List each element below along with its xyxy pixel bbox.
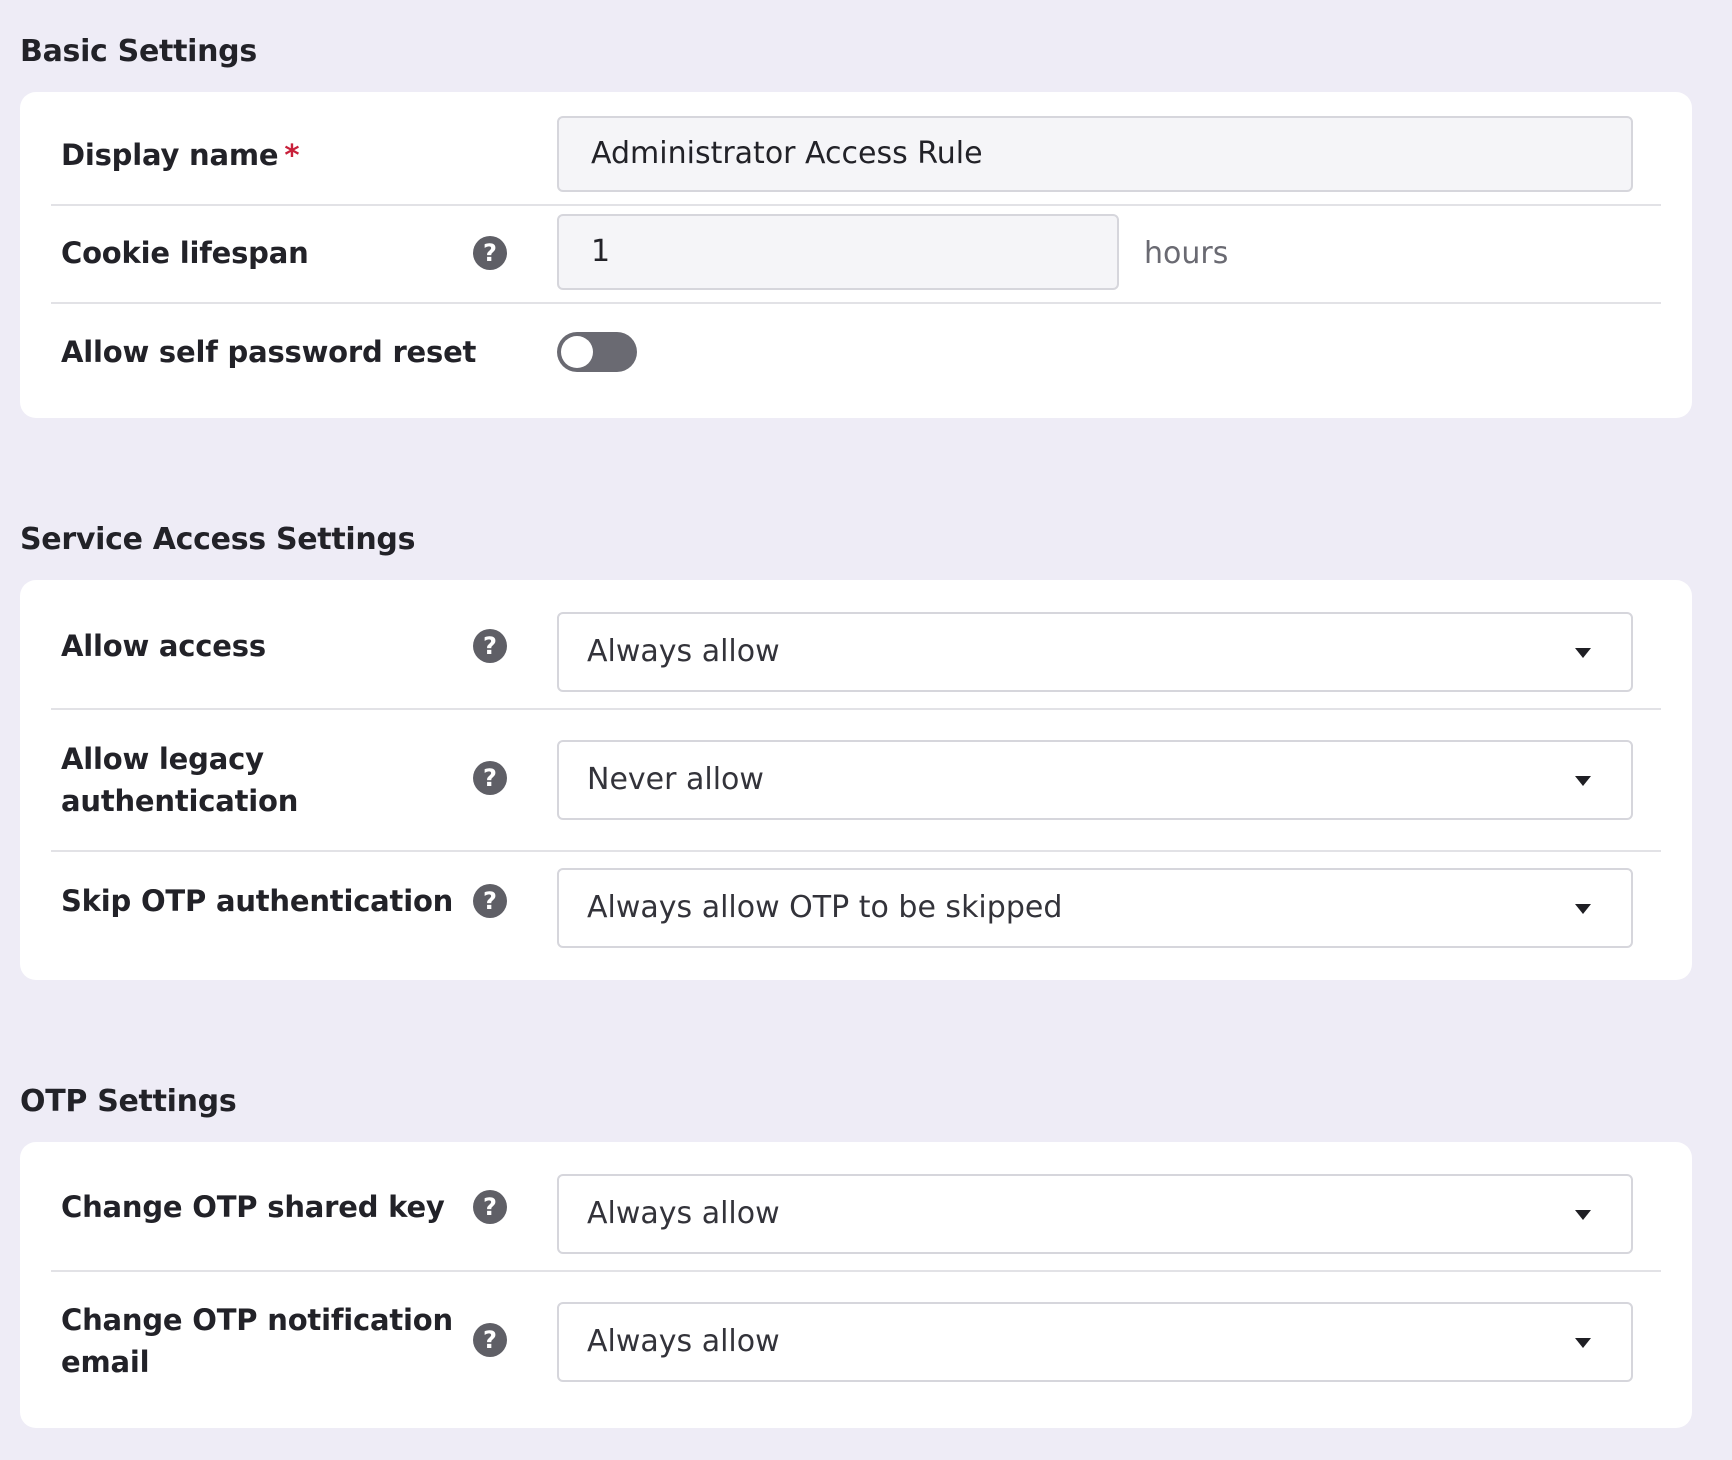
service-access-settings-title: Service Access Settings [20, 522, 416, 557]
chevron-down-icon [1575, 904, 1591, 914]
legacy-auth-value: Never allow [587, 762, 764, 797]
chevron-down-icon [1575, 1210, 1591, 1220]
change-notification-email-label: Change OTP notification email [61, 1299, 453, 1383]
required-marker: * [284, 138, 300, 172]
display-name-input[interactable]: Administrator Access Rule [557, 116, 1633, 192]
legacy-auth-label-line2: authentication [61, 784, 299, 818]
row-divider [51, 302, 1661, 304]
legacy-auth-label-line1: Allow legacy [61, 742, 264, 776]
display-name-label-text: Display name [61, 138, 279, 172]
help-icon[interactable]: ? [473, 884, 507, 918]
change-shared-key-label: Change OTP shared key [61, 1190, 445, 1224]
basic-settings-title: Basic Settings [20, 34, 257, 69]
cookie-lifespan-input[interactable]: 1 [557, 214, 1119, 290]
help-icon[interactable]: ? [473, 1323, 507, 1357]
skip-otp-select[interactable]: Always allow OTP to be skipped [557, 868, 1633, 948]
legacy-auth-label: Allow legacy authentication [61, 738, 298, 822]
cookie-lifespan-label: Cookie lifespan [61, 236, 309, 270]
change-notification-email-select[interactable]: Always allow [557, 1302, 1633, 1382]
self-password-reset-toggle[interactable] [557, 332, 637, 372]
allow-access-select[interactable]: Always allow [557, 612, 1633, 692]
row-divider [51, 850, 1661, 852]
help-icon[interactable]: ? [473, 761, 507, 795]
row-divider [51, 1270, 1661, 1272]
change-notification-email-label-line2: email [61, 1345, 150, 1379]
change-notification-email-value: Always allow [587, 1324, 780, 1359]
chevron-down-icon [1575, 1338, 1591, 1348]
toggle-knob [561, 336, 593, 368]
chevron-down-icon [1575, 648, 1591, 658]
otp-settings-title: OTP Settings [20, 1084, 237, 1119]
allow-access-label: Allow access [61, 629, 266, 663]
otp-settings-card: Change OTP shared key ? Always allow Cha… [20, 1142, 1692, 1428]
chevron-down-icon [1575, 776, 1591, 786]
change-shared-key-select[interactable]: Always allow [557, 1174, 1633, 1254]
row-divider [51, 708, 1661, 710]
service-access-settings-card: Allow access ? Always allow Allow legacy… [20, 580, 1692, 980]
row-divider [51, 204, 1661, 206]
change-shared-key-value: Always allow [587, 1196, 780, 1231]
display-name-label: Display name * [61, 134, 300, 176]
skip-otp-label: Skip OTP authentication [61, 884, 454, 918]
self-password-reset-label: Allow self password reset [61, 335, 477, 369]
change-notification-email-label-line1: Change OTP notification [61, 1303, 453, 1337]
help-icon[interactable]: ? [473, 236, 507, 270]
help-icon[interactable]: ? [473, 629, 507, 663]
skip-otp-value: Always allow OTP to be skipped [587, 890, 1063, 925]
help-icon[interactable]: ? [473, 1190, 507, 1224]
cookie-lifespan-unit: hours [1144, 236, 1229, 271]
allow-access-value: Always allow [587, 634, 780, 669]
basic-settings-card: Display name * Administrator Access Rule … [20, 92, 1692, 418]
legacy-auth-select[interactable]: Never allow [557, 740, 1633, 820]
